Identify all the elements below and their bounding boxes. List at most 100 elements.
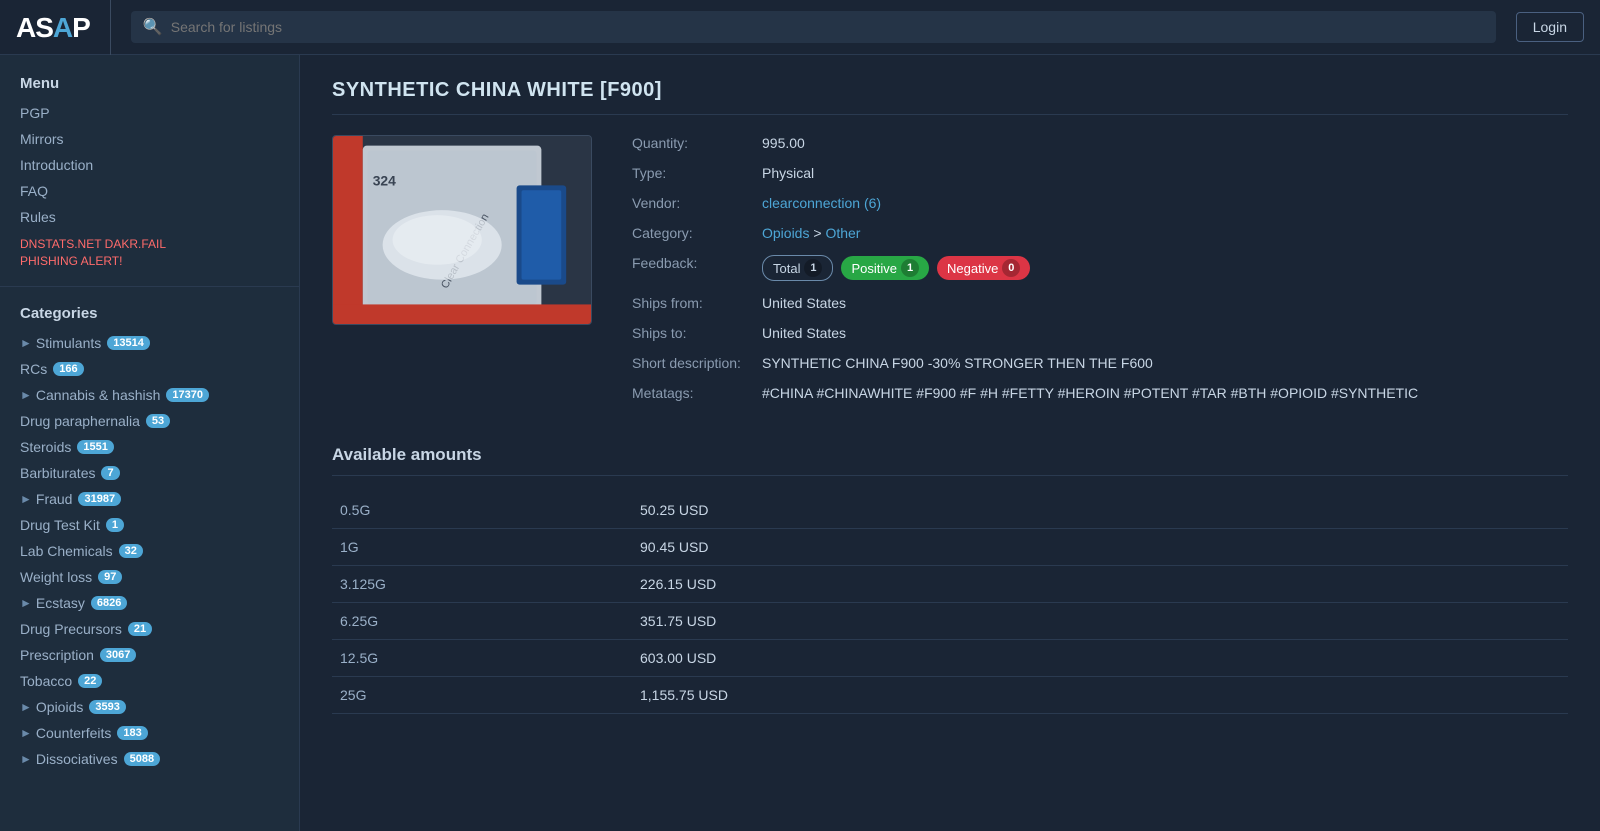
category-arrow: > [813, 225, 825, 241]
login-button[interactable]: Login [1516, 12, 1584, 42]
ships-to-value: United States [762, 325, 1568, 341]
category-sub-link[interactable]: Other [825, 225, 860, 241]
table-row: 1G 90.45 USD [332, 529, 1568, 566]
category-badge: 3593 [89, 700, 125, 714]
metatags-row: Metatags: #CHINA #CHINAWHITE #F900 #F #H… [632, 385, 1568, 401]
feedback-badges: Total 1 Positive 1 Negative 0 [762, 255, 1030, 281]
category-label: Drug paraphernalia [20, 413, 140, 429]
sidebar-item-weight-loss[interactable]: Weight loss 97 [0, 564, 299, 590]
category-label: Weight loss [20, 569, 92, 585]
negative-badge-count: 0 [1002, 259, 1020, 277]
product-image-svg: Clear Connection 324 [333, 135, 591, 325]
type-label: Type: [632, 165, 762, 181]
sidebar-item-drug-test-kit[interactable]: Drug Test Kit 1 [0, 512, 299, 538]
category-label: Fraud [36, 491, 73, 507]
search-input[interactable] [171, 19, 1484, 35]
negative-badge[interactable]: Negative 0 [937, 256, 1030, 280]
arrow-icon: ► [20, 726, 32, 740]
amount-price: 351.75 USD [632, 603, 1568, 640]
sidebar-item-stimulants[interactable]: ► Stimulants 13514 [0, 330, 299, 356]
category-badge: 1 [106, 518, 124, 532]
positive-badge-count: 1 [901, 259, 919, 277]
category-row: Category: Opioids > Other [632, 225, 1568, 241]
category-label: Dissociatives [36, 751, 118, 767]
amount-size: 12.5G [332, 640, 632, 677]
category-badge: 31987 [78, 492, 121, 506]
sidebar-item-cannabis[interactable]: ► Cannabis & hashish 17370 [0, 382, 299, 408]
sidebar-item-rules[interactable]: Rules [0, 204, 299, 230]
sidebar-item-mirrors[interactable]: Mirrors [0, 126, 299, 152]
amounts-title: Available amounts [332, 445, 1568, 465]
sidebar-item-faq[interactable]: FAQ [0, 178, 299, 204]
ships-from-row: Ships from: United States [632, 295, 1568, 311]
category-badge: 166 [53, 362, 83, 376]
category-label: Steroids [20, 439, 71, 455]
description-row: Short description: SYNTHETIC CHINA F900 … [632, 355, 1568, 371]
search-bar[interactable]: 🔍 [131, 11, 1496, 43]
sidebar-item-opioids[interactable]: ► Opioids 3593 [0, 694, 299, 720]
feedback-row: Feedback: Total 1 Positive 1 Negative 0 [632, 255, 1568, 281]
sidebar-item-rcs[interactable]: RCs 166 [0, 356, 299, 382]
sidebar-item-introduction[interactable]: Introduction [0, 152, 299, 178]
sidebar: Menu PGP Mirrors Introduction FAQ Rules … [0, 55, 300, 831]
main-content: SYNTHETIC CHINA WHITE [F900] Clear Conne… [300, 55, 1600, 831]
category-main-link[interactable]: Opioids [762, 225, 809, 241]
total-badge[interactable]: Total 1 [762, 255, 833, 281]
category-label: Counterfeits [36, 725, 111, 741]
category-label: Cannabis & hashish [36, 387, 161, 403]
sidebar-item-counterfeits[interactable]: ► Counterfeits 183 [0, 720, 299, 746]
product-section: Clear Connection 324 Quantity: [332, 135, 1568, 415]
amount-price: 226.15 USD [632, 566, 1568, 603]
negative-badge-label: Negative [947, 261, 998, 276]
category-badge: 13514 [107, 336, 150, 350]
vendor-value[interactable]: clearconnection (6) [762, 195, 1568, 211]
sidebar-item-lab-chemicals[interactable]: Lab Chemicals 32 [0, 538, 299, 564]
amount-size: 25G [332, 677, 632, 714]
quantity-row: Quantity: 995.00 [632, 135, 1568, 151]
ships-to-row: Ships to: United States [632, 325, 1568, 341]
sidebar-item-dissociatives[interactable]: ► Dissociatives 5088 [0, 746, 299, 772]
menu-header: Menu [0, 71, 299, 100]
amounts-divider [332, 475, 1568, 476]
sidebar-item-steroids[interactable]: Steroids 1551 [0, 434, 299, 460]
ships-to-label: Ships to: [632, 325, 762, 341]
layout: Menu PGP Mirrors Introduction FAQ Rules … [0, 55, 1600, 831]
positive-badge[interactable]: Positive 1 [841, 256, 929, 280]
sidebar-item-drug-para[interactable]: Drug paraphernalia 53 [0, 408, 299, 434]
sidebar-item-pgp[interactable]: PGP [0, 100, 299, 126]
category-value: Opioids > Other [762, 225, 1568, 241]
category-badge: 17370 [166, 388, 209, 402]
sidebar-divider [0, 286, 299, 287]
table-row: 0.5G 50.25 USD [332, 492, 1568, 529]
category-label: Ecstasy [36, 595, 85, 611]
category-label: Lab Chemicals [20, 543, 113, 559]
description-label: Short description: [632, 355, 762, 371]
category-badge: 21 [128, 622, 152, 636]
amount-price: 50.25 USD [632, 492, 1568, 529]
category-badge: 53 [146, 414, 170, 428]
category-badge: 3067 [100, 648, 136, 662]
sidebar-item-tobacco[interactable]: Tobacco 22 [0, 668, 299, 694]
amount-price: 1,155.75 USD [632, 677, 1568, 714]
amount-price: 90.45 USD [632, 529, 1568, 566]
sidebar-item-ecstasy[interactable]: ► Ecstasy 6826 [0, 590, 299, 616]
total-badge-count: 1 [804, 259, 822, 277]
amounts-section: Available amounts 0.5G 50.25 USD 1G 90.4… [332, 445, 1568, 714]
arrow-icon: ► [20, 596, 32, 610]
category-badge: 183 [117, 726, 147, 740]
sidebar-item-prescription[interactable]: Prescription 3067 [0, 642, 299, 668]
sidebar-item-fraud[interactable]: ► Fraud 31987 [0, 486, 299, 512]
category-label: Category: [632, 225, 762, 241]
category-badge: 6826 [91, 596, 127, 610]
arrow-icon: ► [20, 336, 32, 350]
amount-size: 3.125G [332, 566, 632, 603]
total-badge-label: Total [773, 261, 800, 276]
amount-size: 1G [332, 529, 632, 566]
sidebar-item-drug-precursors[interactable]: Drug Precursors 21 [0, 616, 299, 642]
positive-badge-label: Positive [851, 261, 897, 276]
type-value: Physical [762, 165, 1568, 181]
amounts-table: 0.5G 50.25 USD 1G 90.45 USD 3.125G 226.1… [332, 492, 1568, 714]
table-row: 6.25G 351.75 USD [332, 603, 1568, 640]
sidebar-item-barbiturates[interactable]: Barbiturates 7 [0, 460, 299, 486]
vendor-label: Vendor: [632, 195, 762, 211]
